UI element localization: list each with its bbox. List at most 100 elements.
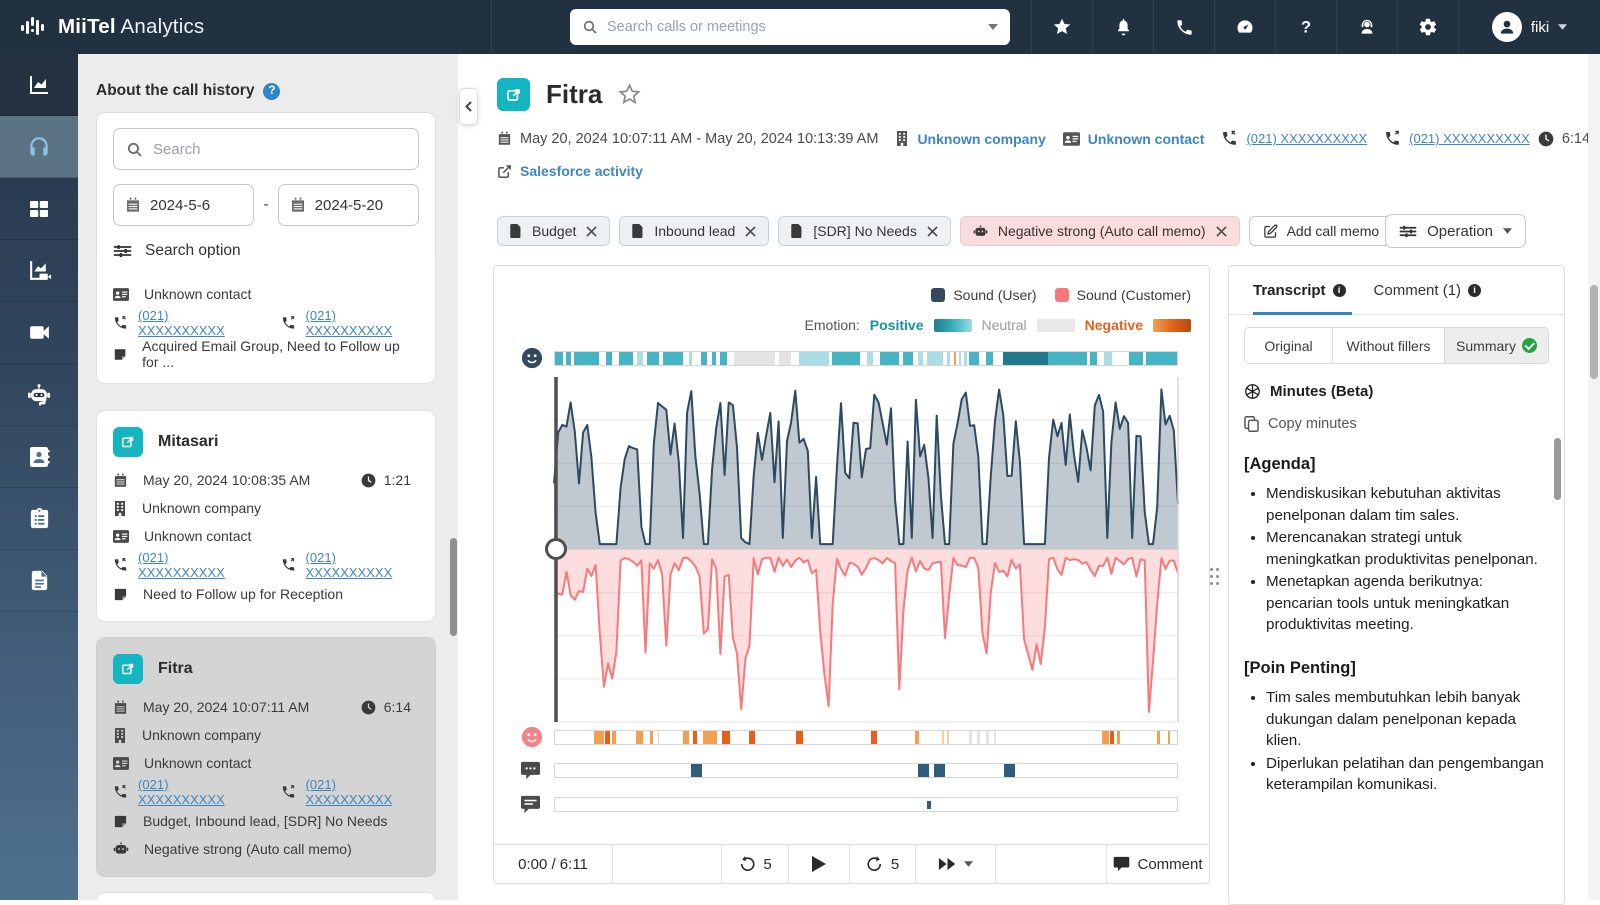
emotion-segment xyxy=(1117,731,1120,744)
brand-logo[interactable]: MiiTel Analytics xyxy=(0,0,492,54)
building-icon xyxy=(895,131,909,146)
external-arrow-icon xyxy=(119,660,137,678)
help-button[interactable]: ? xyxy=(1275,0,1336,54)
remove-tag-icon[interactable] xyxy=(927,226,938,237)
contact-card-icon xyxy=(1063,132,1080,146)
subtab-original[interactable]: Original xyxy=(1245,328,1333,363)
dashboard-button[interactable] xyxy=(1214,0,1275,54)
support-button[interactable] xyxy=(1336,0,1397,54)
transcript-marker[interactable] xyxy=(691,764,702,777)
calls-button[interactable] xyxy=(1153,0,1214,54)
tab-transcript[interactable]: Transcript xyxy=(1253,282,1346,299)
copy-minutes-button[interactable]: Copy minutes xyxy=(1244,416,1549,432)
emotion-segment xyxy=(903,352,913,365)
play-button[interactable] xyxy=(789,845,850,883)
transcript-scrollbar[interactable] xyxy=(1554,438,1561,500)
contact-row: Unknown contact xyxy=(113,522,419,550)
phone-link[interactable]: (021) XXXXXXXXXX xyxy=(1246,131,1367,146)
panel-title-row: About the call history xyxy=(96,82,440,100)
list-search-input[interactable] xyxy=(153,141,406,158)
list-scrollbar[interactable] xyxy=(450,538,457,636)
comment-marker[interactable] xyxy=(927,801,931,809)
datetime-text: May 20, 2024 10:07:11 AM xyxy=(143,699,309,715)
phone-link[interactable]: (021) XXXXXXXXXX xyxy=(306,550,419,580)
nav-meeting-analytics[interactable] xyxy=(0,240,78,302)
call-card-partial[interactable]: Unknown contact (021) XXXXXXXXXX (021) X… xyxy=(96,258,436,384)
remove-tag-icon[interactable] xyxy=(1216,226,1227,237)
phone-link[interactable]: (021) XXXXXXXXXX xyxy=(138,308,251,338)
clock-icon xyxy=(1538,131,1554,147)
comment-marker-row[interactable] xyxy=(554,797,1178,812)
nav-reports[interactable] xyxy=(0,550,78,612)
phone-link[interactable]: (021) XXXXXXXXXX xyxy=(306,308,419,338)
nav-video[interactable] xyxy=(0,302,78,364)
emotion-segment xyxy=(650,731,653,744)
top-bar: MiiTel Analytics ? fiki xyxy=(0,0,1600,54)
page-scrollbar-thumb[interactable] xyxy=(1590,285,1598,379)
video-camera-icon xyxy=(27,320,52,345)
call-card-mitasari[interactable]: Mitasari May 20, 2024 10:08:35 AM 1:21 U… xyxy=(96,410,436,622)
remove-tag-icon[interactable] xyxy=(586,226,597,237)
emotion-segment xyxy=(969,731,972,744)
page-scrollbar[interactable] xyxy=(1588,54,1600,900)
nav-contacts[interactable] xyxy=(0,426,78,488)
salesforce-activity-link[interactable]: Salesforce activity xyxy=(520,163,643,179)
brand-analytics: Analytics xyxy=(121,15,205,38)
nav-tasks[interactable] xyxy=(0,488,78,550)
info-icon[interactable] xyxy=(1333,284,1346,297)
playback-speed-button[interactable] xyxy=(916,845,996,883)
emotion-segment xyxy=(959,352,961,365)
memo-row: Need to Follow up for Reception xyxy=(113,580,419,608)
phone-link[interactable]: (021) XXXXXXXXXX xyxy=(138,777,251,807)
sound-waveform[interactable] xyxy=(554,377,1178,722)
favorite-star-icon[interactable] xyxy=(618,83,641,106)
transcript-marker[interactable] xyxy=(934,764,945,777)
contact-card-icon xyxy=(113,530,129,543)
transcript-marker-row[interactable] xyxy=(554,763,1178,778)
date-to-picker[interactable]: 2024-5-20 xyxy=(278,184,419,226)
phone-link[interactable]: (021) XXXXXXXXXX xyxy=(1409,131,1530,146)
forward-5-button[interactable]: 5 xyxy=(850,845,916,883)
nav-ai-assistant[interactable] xyxy=(0,364,78,426)
operation-button[interactable]: Operation xyxy=(1385,214,1526,248)
bullet-item: Menetapkan agenda berikutnya: pencarian … xyxy=(1266,571,1549,636)
customer-emotion-strip[interactable] xyxy=(554,730,1178,745)
global-search-input[interactable] xyxy=(607,19,979,35)
rewind-5-button[interactable]: 5 xyxy=(722,845,789,883)
settings-button[interactable] xyxy=(1397,0,1458,54)
search-dropdown-caret-icon[interactable] xyxy=(988,24,998,30)
playhead-handle[interactable] xyxy=(547,540,566,559)
add-call-memo-button[interactable]: Add call memo xyxy=(1249,216,1394,246)
contact-link[interactable]: Unknown contact xyxy=(1088,131,1205,147)
subtab-summary[interactable]: Summary xyxy=(1445,328,1548,363)
nav-meetings[interactable] xyxy=(0,178,78,240)
favorites-button[interactable] xyxy=(1031,0,1092,54)
call-card-next[interactable] xyxy=(96,892,436,900)
user-emotion-strip[interactable] xyxy=(554,351,1178,366)
comment-button[interactable]: Comment xyxy=(1107,845,1209,883)
global-search[interactable] xyxy=(570,9,1010,45)
transcript-marker[interactable] xyxy=(918,764,929,777)
nav-call-history[interactable] xyxy=(0,116,78,178)
remove-tag-icon[interactable] xyxy=(745,226,756,237)
transcript-marker[interactable] xyxy=(1004,764,1015,777)
emotion-segment xyxy=(977,731,981,744)
document-icon xyxy=(28,569,51,592)
company-link[interactable]: Unknown company xyxy=(917,131,1045,147)
phone-link[interactable]: (021) XXXXXXXXXX xyxy=(306,777,419,807)
panel-resize-handle[interactable] xyxy=(1210,568,1222,590)
tab-comment[interactable]: Comment (1) xyxy=(1374,282,1482,299)
nav-analytics[interactable] xyxy=(0,54,78,116)
phone-link[interactable]: (021) XXXXXXXXXX xyxy=(138,550,251,580)
call-card-fitra[interactable]: Fitra May 20, 2024 10:07:11 AM 6:14 Unkn… xyxy=(96,637,436,877)
date-from-picker[interactable]: 2024-5-6 xyxy=(113,184,254,226)
call-app-icon xyxy=(497,78,530,111)
notifications-button[interactable] xyxy=(1092,0,1153,54)
collapse-sidebar-button[interactable] xyxy=(459,88,478,125)
info-icon[interactable] xyxy=(1468,284,1481,297)
list-search-box[interactable] xyxy=(113,128,419,170)
help-circle-icon[interactable] xyxy=(263,83,280,100)
subtab-without-fillers[interactable]: Without fillers xyxy=(1333,328,1445,363)
tab-transcript-label: Transcript xyxy=(1253,282,1326,299)
user-menu[interactable]: fiki xyxy=(1458,0,1600,54)
